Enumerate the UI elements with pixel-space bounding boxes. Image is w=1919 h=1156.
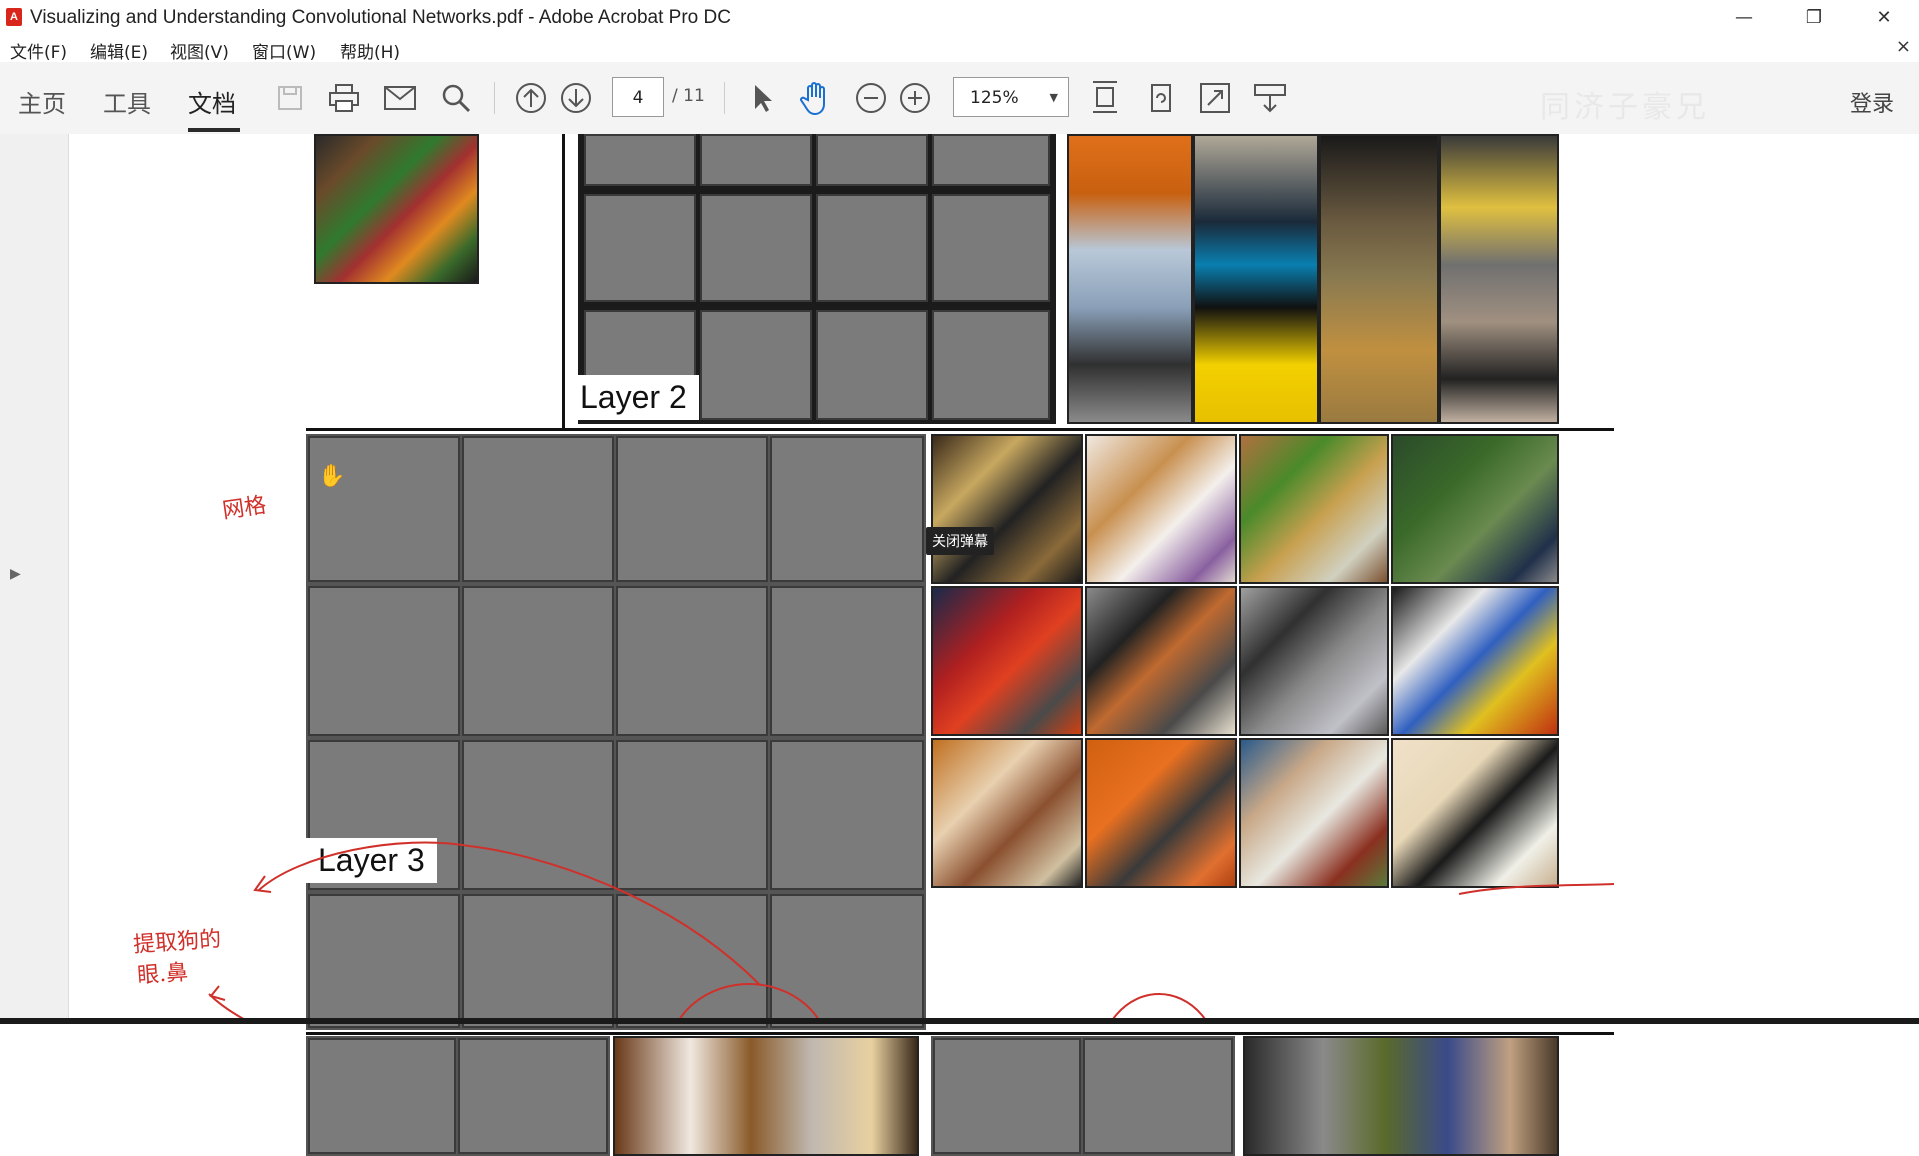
layer4-filter-grid <box>931 1036 1235 1156</box>
acrobat-icon: A <box>6 8 22 26</box>
toolbar-separator <box>494 82 495 114</box>
page-down-icon[interactable] <box>556 78 596 118</box>
email-icon[interactable] <box>380 78 420 118</box>
menu-bar: 文件(F) 编辑(E) 视图(V) 窗口(W) 帮助(H) × <box>0 34 1919 63</box>
tab-tools[interactable]: 工具 <box>103 84 151 119</box>
filter-cell <box>1083 1038 1233 1154</box>
close-icon[interactable]: ✕ <box>1856 0 1912 34</box>
page-total: / 11 <box>672 86 705 106</box>
document-page: Layer 2 Layer 3 网格 提取狗的 眼.鼻 ✋ <box>69 134 1919 1156</box>
restore-icon[interactable]: ❐ <box>1786 0 1842 34</box>
tab-document[interactable]: 文档 <box>188 84 236 119</box>
tab-home[interactable]: 主页 <box>18 84 66 119</box>
close-danmaku-tooltip[interactable]: 关闭弹幕 <box>926 527 994 555</box>
title-bar: A Visualizing and Understanding Convolut… <box>0 0 1919 34</box>
expand-pane-icon[interactable]: ▶ <box>10 566 21 582</box>
fullscreen-icon[interactable] <box>1195 78 1235 118</box>
menu-view[interactable]: 视图(V) <box>170 38 229 63</box>
layer4-image-patch <box>1243 1036 1559 1156</box>
menu-edit[interactable]: 编辑(E) <box>90 38 148 63</box>
print-icon[interactable] <box>324 78 364 118</box>
menu-file[interactable]: 文件(F) <box>10 38 67 63</box>
navigation-pane: ▶ <box>0 134 69 1024</box>
filter-cell <box>308 1038 456 1154</box>
search-icon[interactable] <box>436 78 476 118</box>
filter-cell <box>458 1038 608 1154</box>
dog-annotation-line1: 提取狗的 <box>132 926 222 959</box>
window-title: Visualizing and Understanding Convolutio… <box>30 7 731 28</box>
rotate-icon[interactable] <box>1141 78 1181 118</box>
minimize-icon[interactable]: — <box>1716 0 1772 34</box>
save-icon[interactable] <box>270 78 310 118</box>
layer4-image-patch <box>613 1036 919 1156</box>
grid-annotation: 网格 <box>220 493 268 524</box>
page-up-icon[interactable] <box>511 78 551 118</box>
toolbar: 主页 工具 文档 4 / 11 125% ▼ 同济子豪兄 登录 <box>0 62 1919 135</box>
bottom-bar <box>0 1018 1919 1024</box>
menu-window[interactable]: 窗口(W) <box>252 38 316 63</box>
toolbar-separator <box>724 82 725 114</box>
chevron-down-icon: ▼ <box>1049 91 1058 104</box>
watermark: 同济子豪兄 <box>1540 90 1710 125</box>
layer4-filter-grid <box>306 1036 610 1156</box>
login-button[interactable]: 登录 <box>1850 86 1894 118</box>
select-arrow-icon[interactable] <box>742 78 782 118</box>
page-number-input[interactable]: 4 <box>612 77 664 117</box>
zoom-in-icon[interactable] <box>895 78 935 118</box>
menu-help[interactable]: 帮助(H) <box>340 38 400 63</box>
read-mode-icon[interactable] <box>1250 78 1290 118</box>
zoom-value: 125% <box>970 88 1019 108</box>
active-tab-indicator <box>188 128 240 132</box>
close-document-icon[interactable]: × <box>1896 36 1911 57</box>
filter-cell <box>933 1038 1081 1154</box>
annotation-strokes <box>208 841 1615 1024</box>
dog-annotation-line2: 眼.鼻 <box>136 960 189 989</box>
fit-page-icon[interactable] <box>1085 78 1125 118</box>
zoom-out-icon[interactable] <box>851 78 891 118</box>
divider-line <box>306 1032 1614 1035</box>
hand-icon[interactable] <box>796 78 836 118</box>
zoom-select[interactable]: 125% ▼ <box>953 77 1069 117</box>
hand-cursor-icon: ✋ <box>318 464 346 489</box>
